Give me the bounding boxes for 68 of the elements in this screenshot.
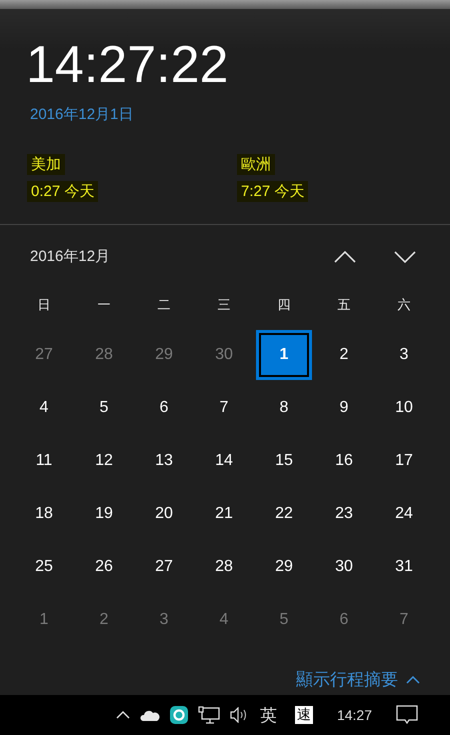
expand-icon[interactable] (406, 676, 420, 684)
calendar-day[interactable]: 22 (263, 492, 305, 534)
calendar-day[interactable]: 27 (23, 334, 65, 376)
notification-icon[interactable] (396, 705, 418, 725)
calendar-day[interactable]: 2 (323, 334, 365, 376)
calendar-day[interactable]: 23 (323, 492, 365, 534)
calendar-day[interactable]: 24 (383, 492, 425, 534)
calendar-day[interactable]: 6 (323, 598, 365, 640)
calendar-day[interactable]: 25 (23, 546, 65, 588)
cloud-icon[interactable] (140, 709, 160, 721)
previous-month-icon[interactable] (334, 250, 356, 262)
input-mode-indicator[interactable]: 英 (260, 704, 277, 726)
calendar-day[interactable]: 29 (263, 546, 305, 588)
calendar-day[interactable]: 4 (203, 598, 245, 640)
calendar-day[interactable]: 8 (263, 386, 305, 428)
security-app-icon[interactable] (170, 706, 188, 724)
calendar-day[interactable]: 21 (203, 492, 245, 534)
calendar-day[interactable]: 5 (83, 386, 125, 428)
calendar-day[interactable]: 14 (203, 440, 245, 482)
weekday-label: 日 (38, 296, 50, 314)
weekday-label: 三 (218, 296, 230, 314)
calendar-day[interactable]: 17 (383, 440, 425, 482)
calendar-day[interactable]: 30 (203, 334, 245, 376)
calendar-day[interactable]: 20 (143, 492, 185, 534)
zone-time: 7:27 今天 (237, 181, 308, 202)
weekday-label: 二 (158, 296, 170, 314)
calendar-day[interactable]: 4 (23, 386, 65, 428)
calendar-day[interactable]: 28 (83, 334, 125, 376)
calendar-day[interactable]: 18 (23, 492, 65, 534)
monitor-icon[interactable] (198, 706, 220, 724)
month-title: 2016年12月 (30, 247, 110, 266)
calendar-day[interactable]: 16 (323, 440, 365, 482)
calendar-day[interactable]: 28 (203, 546, 245, 588)
next-month-icon[interactable] (394, 250, 416, 262)
date-link[interactable]: 2016年12月1日 (30, 105, 134, 124)
zone-name: 美加 (27, 154, 65, 175)
clock-time: 14:27:22 (26, 35, 228, 96)
chevron-up-icon[interactable] (116, 711, 130, 719)
calendar-day[interactable]: 7 (203, 386, 245, 428)
calendar-day[interactable]: 31 (383, 546, 425, 588)
calendar-day[interactable]: 10 (383, 386, 425, 428)
calendar-day[interactable]: 27 (143, 546, 185, 588)
calendar-day[interactable]: 29 (143, 334, 185, 376)
calendar-day[interactable]: 7 (383, 598, 425, 640)
calendar-day[interactable]: 30 (323, 546, 365, 588)
zone-name: 歐洲 (237, 154, 275, 175)
weekday-label: 五 (338, 296, 350, 314)
calendar-day[interactable]: 1 (23, 598, 65, 640)
calendar-day[interactable]: 11 (23, 440, 65, 482)
calendar-day[interactable]: 6 (143, 386, 185, 428)
agenda-link[interactable]: 顯示行程摘要 (296, 668, 398, 691)
calendar-day[interactable]: 9 (323, 386, 365, 428)
zone-time: 0:27 今天 (27, 181, 98, 202)
ime-indicator[interactable]: 速 (294, 706, 313, 724)
taskbar-clock[interactable]: 14:27 (336, 707, 372, 723)
calendar-day[interactable]: 1 (256, 330, 312, 380)
weekday-label: 四 (278, 296, 290, 314)
weekday-label: 一 (98, 296, 110, 314)
calendar-day[interactable]: 2 (83, 598, 125, 640)
calendar-day[interactable]: 3 (383, 334, 425, 376)
calendar-day[interactable]: 19 (83, 492, 125, 534)
weekday-label: 六 (398, 296, 410, 314)
calendar-day[interactable]: 15 (263, 440, 305, 482)
calendar-day[interactable]: 12 (83, 440, 125, 482)
calendar-day[interactable]: 3 (143, 598, 185, 640)
calendar-day[interactable]: 5 (263, 598, 305, 640)
calendar-day[interactable]: 26 (83, 546, 125, 588)
calendar-day[interactable]: 13 (143, 440, 185, 482)
